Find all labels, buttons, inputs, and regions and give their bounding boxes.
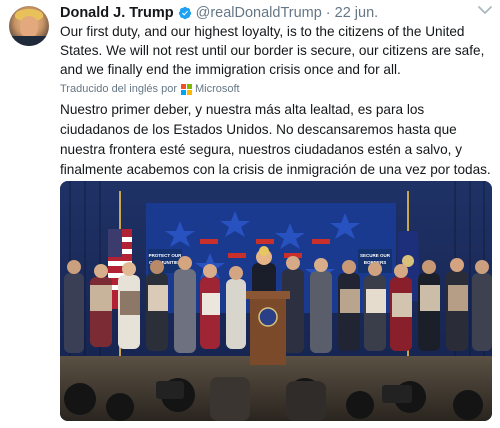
separator-dot: ·	[325, 5, 331, 21]
translator-name[interactable]: Microsoft	[195, 83, 240, 95]
photo-scene: PROTECT OUR COMMUNITIES SECURE OUR BORDE…	[60, 181, 492, 421]
timestamp[interactable]: 22 jun.	[335, 5, 379, 21]
tweet-text: Our first duty, and our highest loyalty,…	[60, 24, 485, 77]
chevron-down-icon[interactable]	[476, 2, 494, 18]
author-handle[interactable]: @realDonaldTrump	[196, 5, 322, 21]
tweet-photo[interactable]: PROTECT OUR COMMUNITIES SECURE OUR BORDE…	[60, 181, 492, 421]
translation-attribution: Traducido del inglés por Microsoft	[60, 82, 240, 96]
verified-badge-icon	[178, 6, 191, 20]
tweet[interactable]: Donald J. Trump @realDonaldTrump · 22 ju…	[0, 0, 500, 428]
avatar[interactable]	[9, 6, 49, 46]
translation-text: Nuestro primer deber, y nuestra más alta…	[60, 102, 491, 177]
banner-right-text: SECURE OUR	[360, 253, 391, 258]
tweet-header: Donald J. Trump @realDonaldTrump · 22 ju…	[60, 4, 378, 22]
microsoft-logo-icon	[181, 83, 192, 95]
translated-label: Traducido del inglés por	[60, 83, 177, 95]
banner-left-text: PROTECT OUR	[149, 253, 183, 258]
author-name[interactable]: Donald J. Trump	[60, 5, 174, 21]
